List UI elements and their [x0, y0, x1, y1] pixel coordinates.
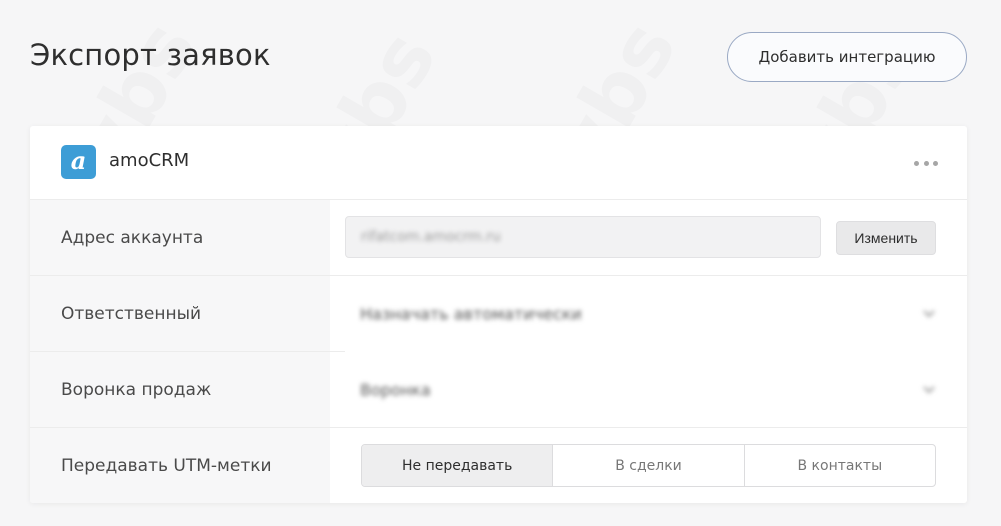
add-integration-button[interactable]: Добавить интеграцию: [727, 32, 967, 82]
chevron-down-icon[interactable]: [923, 386, 935, 394]
more-horizontal-icon[interactable]: [914, 159, 938, 167]
change-account-button[interactable]: Изменить: [836, 221, 936, 255]
chevron-down-icon[interactable]: [923, 310, 935, 318]
utm-segmented-control: Не передавать В сделки В контакты: [361, 444, 936, 487]
responsible-select-value[interactable]: Назначать автоматически: [360, 305, 582, 324]
account-address-field[interactable]: rifatcom.amocrm.ru: [345, 216, 821, 258]
account-address-label: Адрес аккаунта: [61, 228, 204, 248]
page-title: Экспорт заявок: [30, 38, 271, 72]
account-address-value: rifatcom.amocrm.ru: [361, 229, 501, 245]
account-address-row: Адрес аккаунта rifatcom.amocrm.ru Измени…: [30, 200, 967, 276]
utm-label: Передавать UTM-метки: [61, 456, 272, 476]
integration-header: a amoCRM: [30, 126, 967, 200]
pipeline-row[interactable]: Воронка продаж Воронка: [30, 352, 967, 428]
amocrm-logo-icon: a: [61, 145, 96, 179]
utm-option-deals[interactable]: В сделки: [553, 445, 745, 486]
integration-name: amoCRM: [109, 150, 190, 171]
utm-option-none[interactable]: Не передавать: [362, 445, 554, 486]
utm-row: Передавать UTM-метки Не передавать В сде…: [30, 428, 967, 503]
utm-option-contacts[interactable]: В контакты: [745, 445, 935, 486]
responsible-row[interactable]: Ответственный Назначать автоматически: [30, 276, 967, 352]
pipeline-select-value[interactable]: Воронка: [360, 381, 431, 400]
integration-card: a amoCRM Адрес аккаунта rifatcom.amocrm.…: [30, 126, 967, 503]
responsible-label: Ответственный: [61, 304, 202, 324]
pipeline-label: Воронка продаж: [61, 380, 212, 400]
